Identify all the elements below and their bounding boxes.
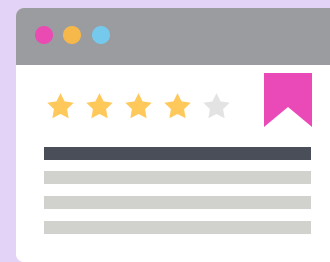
window-titlebar <box>16 8 330 65</box>
window-content <box>16 65 330 262</box>
text-placeholder-line <box>44 171 311 184</box>
star-icon[interactable] <box>122 90 155 123</box>
star-icon[interactable] <box>161 90 194 123</box>
illustration-scene <box>0 0 330 262</box>
yellow-dot-icon[interactable] <box>63 26 81 44</box>
star-icon[interactable] <box>44 90 77 123</box>
star-rating[interactable] <box>44 89 233 123</box>
browser-window <box>16 8 330 262</box>
text-placeholder-line <box>44 147 311 160</box>
text-placeholder-line <box>44 196 311 209</box>
star-icon[interactable] <box>200 90 233 123</box>
red-dot-icon[interactable] <box>35 26 53 44</box>
star-icon[interactable] <box>83 90 116 123</box>
bookmark-icon[interactable] <box>264 73 312 127</box>
green-dot-icon[interactable] <box>92 26 110 44</box>
text-placeholder-line <box>44 221 311 234</box>
